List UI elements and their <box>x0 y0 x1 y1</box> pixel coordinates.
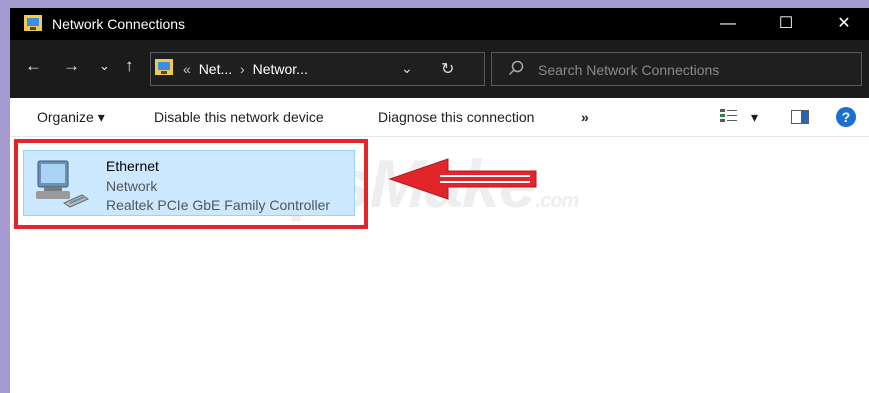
title-bar: Network Connections — ☐ ✕ <box>10 8 869 40</box>
preview-pane-icon[interactable] <box>791 110 809 124</box>
highlight-box <box>14 139 368 229</box>
help-icon[interactable]: ? <box>836 107 856 127</box>
forward-button[interactable]: → <box>63 56 80 76</box>
organize-menu[interactable]: Organize ▾ <box>37 109 105 126</box>
refresh-button[interactable]: ↻ <box>441 59 454 79</box>
breadcrumb-path: « Net... › Networ... <box>179 61 308 77</box>
view-dropdown-button[interactable]: ▾ <box>751 109 758 126</box>
breadcrumb-separator[interactable]: › <box>240 61 245 77</box>
address-dropdown-button[interactable]: ⌄ <box>401 60 413 77</box>
red-arrow-icon <box>388 158 537 200</box>
search-icon <box>508 60 524 76</box>
more-commands-button[interactable]: » <box>581 109 589 125</box>
close-button[interactable]: ✕ <box>821 8 867 40</box>
breadcrumb[interactable]: « Net... › Networ... ⌄ ↻ <box>150 52 485 86</box>
search-box[interactable] <box>491 52 862 86</box>
address-bar: ← → ⌄ ↑ « Net... › Networ... ⌄ ↻ <box>10 40 869 98</box>
network-connections-icon <box>155 59 173 75</box>
network-connections-icon <box>24 15 42 31</box>
window-title: Network Connections <box>52 16 186 32</box>
connections-list: TipsMake.com Ethernet Network Realtek PC… <box>10 137 869 393</box>
disable-device-button[interactable]: Disable this network device <box>154 109 324 125</box>
breadcrumb-item[interactable]: Net... <box>199 61 232 77</box>
breadcrumb-item[interactable]: Networ... <box>253 61 308 77</box>
watermark-suffix: .com <box>535 190 580 212</box>
maximize-button[interactable]: ☐ <box>763 8 809 40</box>
search-input[interactable] <box>536 59 850 81</box>
up-button[interactable]: ↑ <box>125 56 134 76</box>
view-options-icon[interactable] <box>720 108 738 124</box>
diagnose-connection-button[interactable]: Diagnose this connection <box>378 109 534 125</box>
network-connections-window: Network Connections — ☐ ✕ ← → ⌄ ↑ « Net.… <box>10 8 869 393</box>
minimize-button[interactable]: — <box>705 8 751 40</box>
breadcrumb-overflow[interactable]: « <box>183 61 191 77</box>
command-bar: Organize ▾ Disable this network device D… <box>10 98 869 137</box>
back-button[interactable]: ← <box>25 56 42 76</box>
recent-locations-button[interactable]: ⌄ <box>99 58 110 74</box>
